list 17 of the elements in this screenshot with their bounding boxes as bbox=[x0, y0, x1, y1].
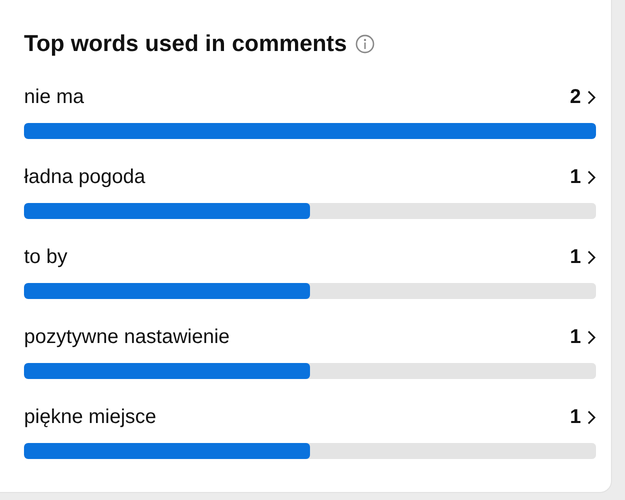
chevron-icon[interactable] bbox=[587, 330, 596, 344]
word-label: nie ma bbox=[24, 86, 84, 108]
card-title: Top words used in comments bbox=[24, 30, 347, 57]
chevron-icon[interactable] bbox=[587, 90, 596, 104]
word-count: 2 bbox=[570, 86, 581, 108]
chevron-icon[interactable] bbox=[587, 250, 596, 264]
word-count: 1 bbox=[570, 246, 581, 268]
word-count: 1 bbox=[570, 166, 581, 188]
chevron-icon[interactable] bbox=[587, 410, 596, 424]
chevron-icon[interactable] bbox=[587, 170, 596, 184]
word-label: to by bbox=[24, 246, 68, 268]
word-label: piękne miejsce bbox=[24, 406, 156, 428]
word-count: 1 bbox=[570, 406, 581, 428]
word-label: ładna pogoda bbox=[24, 166, 146, 188]
word-count: 1 bbox=[570, 326, 581, 348]
word-label: pozytywne nastawienie bbox=[24, 326, 230, 348]
info-icon[interactable] bbox=[354, 34, 375, 54]
